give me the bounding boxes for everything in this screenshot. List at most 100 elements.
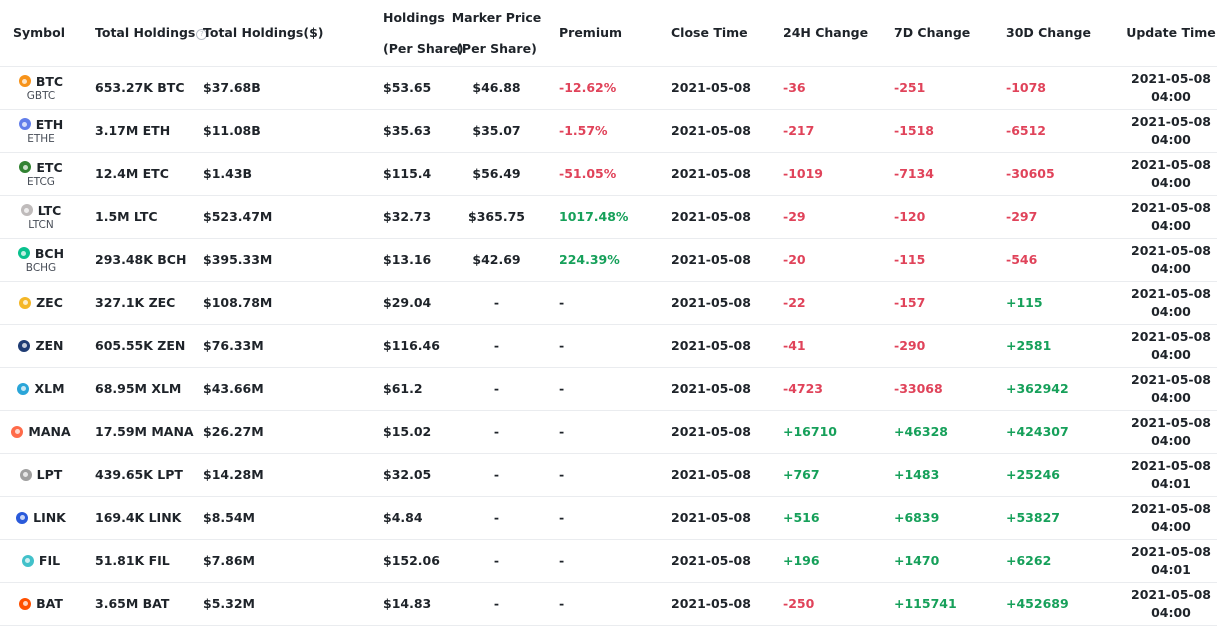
total-holdings-usd: $7.86M [203, 553, 255, 568]
change-30d: +424307 [1006, 424, 1069, 439]
change-30d: +53827 [1006, 510, 1060, 525]
table-row[interactable]: ZEC 327.1K ZEC $108.78M $29.04 - - 2021-05-08 -… [0, 281, 1217, 324]
eth-icon [18, 118, 31, 130]
header-total-holdings[interactable]: Total Holdings? [95, 0, 208, 67]
zec-icon [19, 296, 32, 309]
symbol-cell[interactable]: BAT [0, 582, 95, 625]
symbol-cell[interactable]: ETH ETHE [0, 109, 95, 152]
holdings-per-share: $15.02 [383, 424, 432, 439]
premium-value: - [559, 295, 565, 310]
zen-icon [18, 339, 31, 352]
market-price: - [493, 467, 500, 482]
holdings-per-share: $14.83 [383, 596, 432, 611]
table-row[interactable]: LTC LTCN 1.5M LTC $523.47M $32.73 $365.75 1017… [0, 195, 1217, 238]
mana-icon [11, 425, 24, 438]
ltc-icon [20, 204, 33, 216]
change-7d: -251 [894, 80, 926, 95]
table-row[interactable]: ZEN 605.55K ZEN $76.33M $116.46- -2021-05-08… [0, 324, 1217, 367]
table-row[interactable]: XLM 68.95M XLM $43.66M $61.2 - - 2021-05-08 -47… [0, 367, 1217, 410]
change-30d: +452689 [1006, 596, 1069, 611]
update-clock: 04:00 [1151, 174, 1191, 190]
total-holdings-usd: $108.78M [203, 295, 273, 310]
link-icon [16, 511, 29, 524]
header-24h-change[interactable]: 24H Change [778, 0, 889, 67]
close-time: 2021-05-08 [671, 424, 751, 439]
btc-icon [18, 75, 31, 87]
table-row[interactable]: FIL 51.81K FIL $7.86M $152.06- -2021-05-08 +1… [0, 539, 1217, 582]
symbol-cell[interactable]: BTC GBTC [0, 66, 95, 109]
header-symbol[interactable]: Symbol [0, 0, 95, 67]
update-clock: 04:01 [1151, 475, 1191, 491]
update-clock: 04:00 [1151, 131, 1191, 147]
grayscale-holdings-table: Symbol Total Holdings? Total Holdings($)… [0, 0, 1217, 626]
symbol-cell[interactable]: LTC LTCN [0, 195, 95, 238]
update-clock: 04:00 [1151, 389, 1191, 405]
change-30d: +115 [1006, 295, 1043, 310]
market-price: $56.49 [472, 166, 521, 181]
symbol-cell[interactable]: ETC ETCG [0, 152, 95, 195]
update-date: 2021-05-08 [1131, 242, 1211, 258]
update-date: 2021-05-08 [1131, 543, 1211, 559]
symbol-name: BCH [34, 245, 65, 261]
holdings-per-share: $61.2 [383, 381, 423, 396]
symbol-cell[interactable]: FIL [0, 539, 95, 582]
total-holdings: 51.81K FIL [95, 553, 170, 568]
table-row[interactable]: LPT 439.65K LPT $14.28M $32.05 - - 2021-05-08 +… [0, 453, 1217, 496]
change-24h: -41 [783, 338, 806, 353]
symbol-name: ETH [35, 116, 64, 132]
symbol-name: ZEN [35, 338, 64, 353]
update-date: 2021-05-08 [1131, 371, 1211, 387]
close-time: 2021-05-08 [671, 80, 751, 95]
update-clock: 04:00 [1151, 432, 1191, 448]
symbol-cell[interactable]: ZEC [0, 281, 95, 324]
table-row[interactable]: LINK 169.4K LINK $8.54M $4.84 - - 2021-05-08 +5… [0, 496, 1217, 539]
table-row[interactable]: BTC GBTC 653.27K BTC $37.68B $53.65 $46.88 -12… [0, 66, 1217, 109]
total-holdings: 653.27K BTC [95, 80, 185, 95]
total-holdings-usd: $8.54M [203, 510, 255, 525]
update-time: 2021-05-08 04:01 [1125, 453, 1217, 496]
table-row[interactable]: ETH ETHE 3.17M ETH $11.08B $35.63 $35.07 -1.57… [0, 109, 1217, 152]
symbol-cell[interactable]: BCH BCHG [0, 238, 95, 281]
table-row[interactable]: BCH BCHG 293.48K BCH $395.33M $13.16 $42.69 22… [0, 238, 1217, 281]
update-time: 2021-05-08 04:00 [1125, 195, 1217, 238]
symbol-cell[interactable]: LPT [0, 453, 95, 496]
update-date: 2021-05-08 [1131, 156, 1211, 172]
close-time: 2021-05-08 [671, 381, 751, 396]
header-total-holdings-usd[interactable]: Total Holdings($) [203, 0, 328, 67]
table-row[interactable]: BAT 3.65M BAT $5.32M $14.83 - - 2021-05-08 -250… [0, 582, 1217, 625]
header-30d-change[interactable]: 30D Change [1001, 0, 1125, 67]
header-close-time[interactable]: Close Time [666, 0, 778, 67]
header-update-time[interactable]: Update Time [1125, 0, 1217, 67]
change-24h: +196 [783, 553, 820, 568]
total-holdings: 3.17M ETH [95, 123, 171, 138]
header-holdings-per-share[interactable]: Holdings (Per Share) [328, 0, 464, 67]
header-premium[interactable]: Premium [554, 0, 666, 67]
change-7d: -120 [894, 209, 926, 224]
update-date: 2021-05-08 [1131, 113, 1211, 129]
update-date: 2021-05-08 [1131, 328, 1211, 344]
close-time: 2021-05-08 [671, 510, 751, 525]
update-date: 2021-05-08 [1131, 586, 1211, 602]
table-row[interactable]: ETC ETCG 12.4M ETC $1.43B $115.4 $56.49 -51.05… [0, 152, 1217, 195]
update-time: 2021-05-08 04:00 [1125, 66, 1217, 109]
symbol-cell[interactable]: MANA [0, 410, 95, 453]
symbol-cell[interactable]: XLM [0, 367, 95, 410]
market-price: $35.07 [472, 123, 521, 138]
total-holdings: 327.1K ZEC [95, 295, 176, 310]
table-row[interactable]: MANA 17.59M MANA $26.27M $15.02 - - 2021-05-08… [0, 410, 1217, 453]
bat-icon [19, 597, 32, 610]
premium-value: - [559, 467, 565, 482]
total-holdings-usd: $76.33M [203, 338, 264, 353]
total-holdings-usd: $5.32M [203, 596, 255, 611]
total-holdings: 1.5M LTC [95, 209, 158, 224]
update-time: 2021-05-08 04:00 [1125, 582, 1217, 625]
update-date: 2021-05-08 [1131, 199, 1211, 215]
symbol-cell[interactable]: ZEN [0, 324, 95, 367]
update-time: 2021-05-08 04:00 [1125, 410, 1217, 453]
close-time: 2021-05-08 [671, 596, 751, 611]
header-7d-change[interactable]: 7D Change [889, 0, 1001, 67]
symbol-name: ZEC [36, 295, 63, 310]
symbol-cell[interactable]: LINK [0, 496, 95, 539]
holdings-per-share: $32.73 [383, 209, 432, 224]
holdings-per-share: $32.05 [383, 467, 432, 482]
